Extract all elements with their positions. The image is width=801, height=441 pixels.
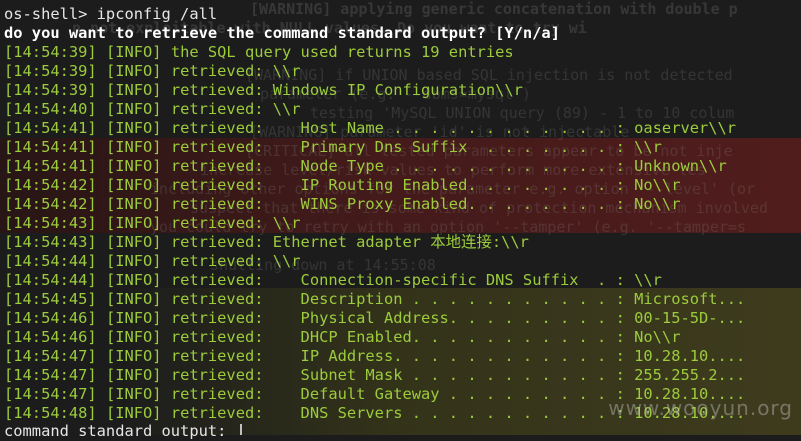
log-line: [14:54:39] [INFO] retrieved: \\r: [4, 62, 301, 81]
log-timestamp: [14:54:40]: [4, 100, 97, 118]
log-level: [INFO]: [105, 233, 162, 251]
log-level: [INFO]: [105, 309, 162, 327]
log-message: retrieved: \\r: [161, 62, 301, 80]
log-line: [14:54:44] [INFO] retrieved: \\r: [4, 252, 301, 271]
log-timestamp: [14:54:39]: [4, 43, 97, 61]
log-level: [INFO]: [105, 157, 162, 175]
log-message: retrieved: Physical Address. . . . . . .…: [161, 309, 746, 327]
log-message: retrieved: Windows IP Configuration\\r: [161, 81, 523, 99]
log-level: [INFO]: [105, 328, 162, 346]
log-line: [14:54:44] [INFO] retrieved: Connection-…: [4, 271, 662, 290]
log-timestamp: [14:54:46]: [4, 309, 97, 327]
log-level: [INFO]: [105, 404, 162, 422]
log-level: [INFO]: [105, 119, 162, 137]
log-line: [14:54:39] [INFO] the SQL query used ret…: [4, 43, 514, 62]
log-message: retrieved: \\r: [161, 252, 301, 270]
log-level: [INFO]: [105, 195, 162, 213]
log-timestamp: [14:54:43]: [4, 233, 97, 251]
log-message: retrieved: WINS Proxy Enabled. . . . . .…: [161, 195, 681, 213]
log-message: retrieved: Connection-specific DNS Suffi…: [161, 271, 662, 289]
log-line: [14:54:40] [INFO] retrieved: \\r: [4, 100, 301, 119]
log-level: [INFO]: [105, 290, 162, 308]
log-timestamp: [14:54:46]: [4, 328, 97, 346]
log-level: [INFO]: [105, 81, 162, 99]
log-level: [INFO]: [105, 252, 162, 270]
log-timestamp: [14:54:45]: [4, 290, 97, 308]
log-line: [14:54:46] [INFO] retrieved: DHCP Enable…: [4, 328, 680, 347]
log-timestamp: [14:54:39]: [4, 81, 97, 99]
log-message: retrieved: Ethernet adapter 本地连接:\\r: [161, 233, 529, 251]
log-line: [14:54:47] [INFO] retrieved: IP Address.…: [4, 347, 745, 366]
ghost-text: [WARNING] applying generic concatenation…: [250, 0, 738, 18]
log-line: [14:54:41] [INFO] retrieved: Host Name .…: [4, 119, 736, 138]
log-level: [INFO]: [105, 271, 162, 289]
log-timestamp: [14:54:41]: [4, 138, 97, 156]
log-timestamp: [14:54:43]: [4, 214, 97, 232]
log-level: [INFO]: [105, 62, 162, 80]
log-line: [14:54:39] [INFO] retrieved: Windows IP …: [4, 81, 523, 100]
log-level: [INFO]: [105, 385, 162, 403]
log-timestamp: [14:54:48]: [4, 404, 97, 422]
log-message: retrieved: Node Type . . . . . . . . . .…: [161, 157, 727, 175]
log-timestamp: [14:54:47]: [4, 366, 97, 384]
log-message: retrieved: Description . . . . . . . . .…: [161, 290, 746, 308]
log-timestamp: [14:54:41]: [4, 157, 97, 175]
log-line: [14:54:42] [INFO] retrieved: WINS Proxy …: [4, 195, 680, 214]
log-timestamp: [14:54:42]: [4, 176, 97, 194]
log-line: [14:54:47] [INFO] retrieved: Subnet Mask…: [4, 366, 745, 385]
log-level: [INFO]: [105, 347, 162, 365]
log-line: [14:54:43] [INFO] retrieved: Ethernet ad…: [4, 233, 529, 252]
log-line: [14:54:41] [INFO] retrieved: Node Type .…: [4, 157, 727, 176]
command-output-label: command standard output:: [4, 422, 227, 440]
log-line: [14:54:45] [INFO] retrieved: Description…: [4, 290, 745, 309]
log-line: [14:54:46] [INFO] retrieved: Physical Ad…: [4, 309, 745, 328]
watermark-logo: www.wooyun.org: [608, 396, 793, 420]
log-level: [INFO]: [105, 100, 162, 118]
log-level: [INFO]: [105, 176, 162, 194]
log-timestamp: [14:54:44]: [4, 271, 97, 289]
shell-prompt: os-shell> ipconfig /all: [4, 5, 218, 23]
log-message: retrieved: DHCP Enabled. . . . . . . . .…: [161, 328, 681, 346]
log-level: [INFO]: [105, 138, 162, 156]
retrieve-output-question: do you want to retrieve the command stan…: [4, 24, 560, 42]
log-line: [14:54:43] [INFO] retrieved: \\r: [4, 214, 301, 233]
log-timestamp: [14:54:47]: [4, 347, 97, 365]
log-message: retrieved: \\r: [161, 100, 301, 118]
log-timestamp: [14:54:42]: [4, 195, 97, 213]
log-message: retrieved: IP Address. . . . . . . . . .…: [161, 347, 746, 365]
log-message: the SQL query used returns 19 entries: [161, 43, 514, 61]
log-message: retrieved: Subnet Mask . . . . . . . . .…: [161, 366, 746, 384]
log-line: [14:54:42] [INFO] retrieved: IP Routing …: [4, 176, 680, 195]
log-level: [INFO]: [105, 214, 162, 232]
log-level: [INFO]: [105, 43, 162, 61]
log-message: retrieved: Host Name . . . . . . . . . .…: [161, 119, 737, 137]
log-message: retrieved: Primary Dns Suffix . . . . . …: [161, 138, 662, 156]
log-level: [INFO]: [105, 366, 162, 384]
log-message: retrieved: \\r: [161, 214, 301, 232]
log-timestamp: [14:54:47]: [4, 385, 97, 403]
log-line: [14:54:41] [INFO] retrieved: Primary Dns…: [4, 138, 662, 157]
log-timestamp: [14:54:41]: [4, 119, 97, 137]
log-timestamp: [14:54:44]: [4, 252, 97, 270]
log-message: retrieved: IP Routing Enabled. . . . . .…: [161, 176, 681, 194]
log-timestamp: [14:54:39]: [4, 62, 97, 80]
text-cursor: [240, 424, 242, 435]
